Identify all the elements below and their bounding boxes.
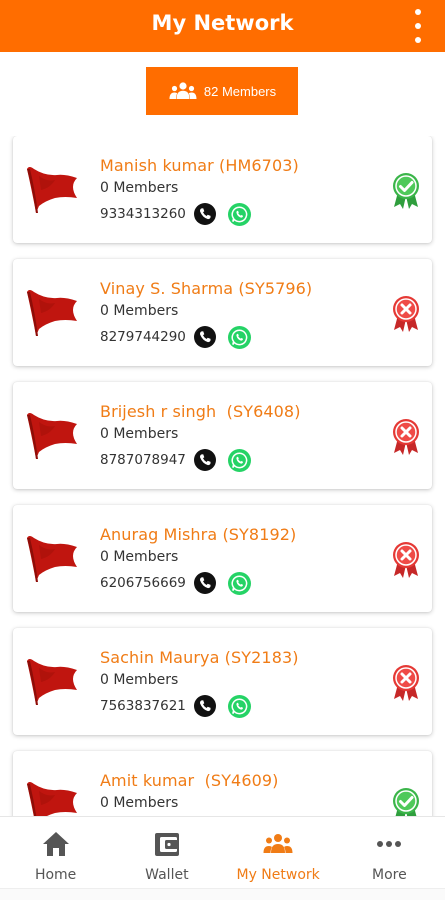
member-name[interactable]: Manish kumar (HM6703) (100, 156, 299, 175)
flag-icon (27, 659, 77, 705)
member-count: 0 Members (100, 180, 179, 196)
member-card[interactable]: Vinay S. Sharma (SY5796) 0 Members 82797… (13, 259, 432, 366)
nav-wallet[interactable]: Wallet (111, 817, 222, 888)
member-card[interactable]: Sachin Maurya (SY2183) 0 Members 7563837… (13, 628, 432, 735)
rejected-badge-icon (393, 419, 419, 455)
nav-my-network-label: My Network (236, 867, 320, 883)
nav-home[interactable]: Home (0, 817, 111, 888)
page-title: My Network (151, 11, 294, 35)
member-count: 0 Members (100, 303, 179, 319)
flag-icon (27, 167, 77, 213)
member-name[interactable]: Anurag Mishra (SY8192) (100, 525, 296, 544)
nav-more-label: More (372, 867, 407, 883)
nav-more[interactable]: More (334, 817, 445, 888)
flag-icon (27, 782, 77, 816)
call-icon[interactable] (193, 203, 216, 225)
phone-row: 7563837621 (100, 694, 251, 718)
member-list[interactable]: Manish kumar (HM6703) 0 Members 93343132… (0, 136, 445, 816)
rejected-badge-icon (393, 542, 419, 578)
member-name[interactable]: Sachin Maurya (SY2183) (100, 648, 299, 667)
members-count-label: 82 Members (203, 83, 277, 99)
more-horiz-icon (377, 841, 402, 847)
app-bar: My Network (0, 0, 445, 52)
flag-icon (27, 536, 77, 582)
member-card[interactable]: Brijesh r singh (SY6408) 0 Members 87870… (13, 382, 432, 489)
verified-badge-icon (393, 173, 419, 209)
member-name[interactable]: Brijesh r singh (SY6408) (100, 402, 301, 421)
flag-icon (27, 290, 77, 336)
more-vert-icon[interactable] (411, 9, 425, 43)
verified-badge-icon (393, 788, 419, 816)
system-bar (0, 888, 445, 900)
nav-wallet-label: Wallet (145, 867, 189, 883)
member-phone: 9334313260 (100, 206, 186, 222)
nav-my-network[interactable]: My Network (223, 817, 334, 888)
rejected-badge-icon (393, 665, 419, 701)
call-icon[interactable] (193, 572, 216, 594)
call-icon[interactable] (193, 326, 216, 348)
whatsapp-icon[interactable] (227, 694, 251, 718)
member-phone: 7563837621 (100, 698, 186, 714)
member-name[interactable]: Vinay S. Sharma (SY5796) (100, 279, 312, 298)
whatsapp-icon[interactable] (227, 448, 251, 472)
nav-home-label: Home (34, 867, 77, 883)
member-phone: 8787078947 (100, 452, 186, 468)
member-phone: 6206756669 (100, 575, 186, 591)
whatsapp-icon[interactable] (227, 325, 251, 349)
member-phone: 8279744290 (100, 329, 186, 345)
member-count: 0 Members (100, 672, 179, 688)
bottom-navigation: Home Wallet My Network More (0, 816, 445, 888)
member-card[interactable]: Amit kumar (SY4609) 0 Members (13, 751, 432, 816)
member-card[interactable]: Manish kumar (HM6703) 0 Members 93343132… (13, 136, 432, 243)
flag-icon (27, 413, 77, 459)
member-count: 0 Members (100, 795, 179, 811)
group-icon (263, 834, 293, 853)
member-count: 0 Members (100, 426, 179, 442)
member-card[interactable]: Anurag Mishra (SY8192) 0 Members 6206756… (13, 505, 432, 612)
rejected-badge-icon (393, 296, 419, 332)
phone-row: 8279744290 (100, 325, 251, 349)
wallet-icon (154, 833, 179, 856)
group-icon (169, 82, 197, 99)
home-icon (42, 832, 69, 856)
phone-row: 6206756669 (100, 571, 251, 595)
call-icon[interactable] (193, 695, 216, 717)
phone-row: 9334313260 (100, 202, 251, 226)
call-icon[interactable] (193, 449, 216, 471)
whatsapp-icon[interactable] (227, 202, 251, 226)
phone-row: 8787078947 (100, 448, 251, 472)
member-name[interactable]: Amit kumar (SY4609) (100, 771, 279, 790)
whatsapp-icon[interactable] (227, 571, 251, 595)
members-count-button[interactable]: 82 Members (146, 67, 298, 115)
member-count: 0 Members (100, 549, 179, 565)
